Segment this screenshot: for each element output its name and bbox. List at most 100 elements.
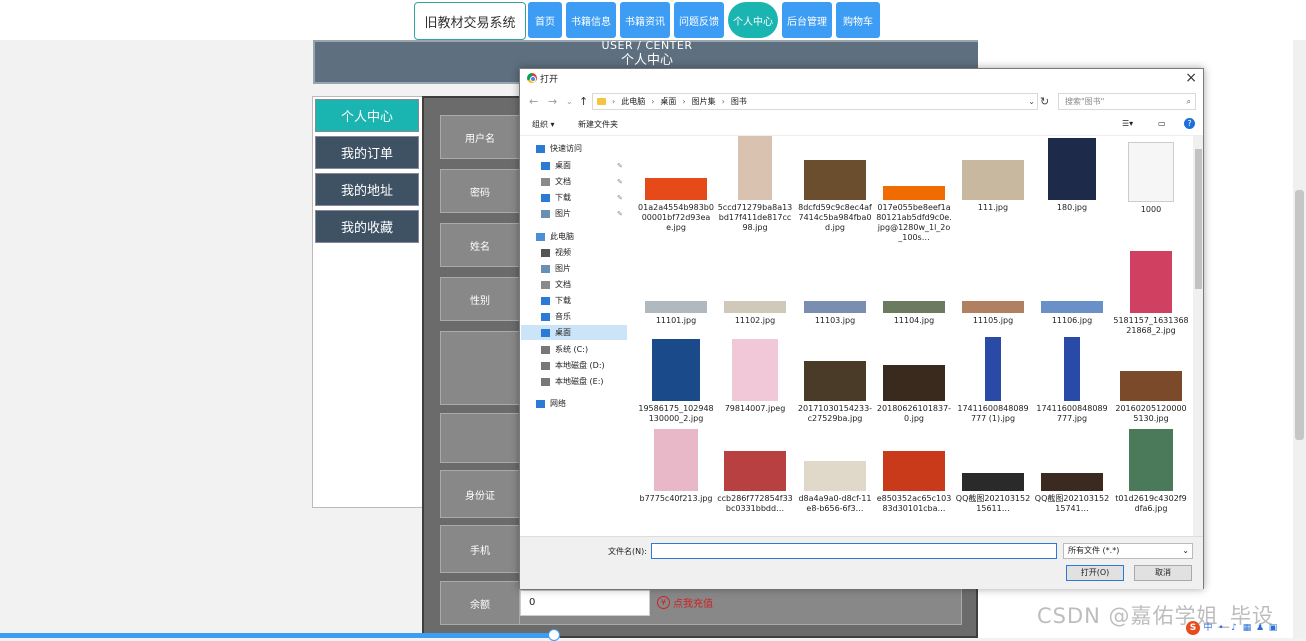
file-item[interactable]: 017e055be8eef1a80121ab5dfd9c0e.jpg@1280w… — [876, 186, 952, 243]
ime-chinese-icon[interactable]: 中 — [1203, 623, 1213, 633]
sidebar-item-favorites[interactable]: 我的收藏 — [315, 210, 419, 243]
back-icon[interactable]: ← — [529, 95, 538, 108]
close-icon[interactable]: × — [1185, 70, 1197, 86]
pin-icon[interactable]: ✎ — [617, 162, 623, 170]
file-item[interactable]: 17411600848089777 (1).jpg — [955, 337, 1031, 424]
filename-input[interactable] — [651, 543, 1057, 559]
file-name: 11106.jpg — [1051, 316, 1093, 325]
nav-item-label: 图片 — [555, 264, 571, 273]
nav-cart[interactable]: 购物车 — [836, 2, 880, 38]
forward-icon[interactable]: → — [548, 95, 557, 108]
filetype-select[interactable]: 所有文件 (*.*) ⌄ — [1063, 543, 1193, 559]
path-segment[interactable]: 图书 — [731, 96, 747, 107]
cancel-button[interactable]: 取消 — [1134, 565, 1192, 581]
file-item[interactable]: 11106.jpg — [1034, 301, 1110, 326]
up-icon[interactable]: ↑ — [579, 95, 588, 108]
file-item[interactable]: 20180626101837-0.jpg — [876, 365, 952, 424]
nav-item-0[interactable]: 快速访问 — [521, 141, 627, 156]
file-item[interactable]: 19586175_102948130000_2.jpg — [638, 339, 714, 424]
nav-item-13[interactable]: 本地磁盘 (D:) — [521, 358, 627, 373]
mic-icon[interactable]: ♪ — [1229, 623, 1239, 633]
nav-item-5[interactable]: 此电脑 — [521, 229, 627, 244]
ime-logo-icon[interactable]: S — [1186, 621, 1200, 635]
file-item[interactable]: 8dcfd59c9c8ec4af7414c5ba984fba0d.jpg — [797, 160, 873, 233]
file-item[interactable]: 79814007.jpeg — [717, 339, 793, 414]
file-item[interactable]: 201602051200005130.jpg — [1113, 371, 1189, 424]
file-item[interactable]: 01a2a4554b983b000001bf72d93eae.jpg — [638, 178, 714, 233]
sidebar-item-orders[interactable]: 我的订单 — [315, 136, 419, 169]
path-dropdown-icon[interactable]: ⌄ — [1028, 97, 1035, 106]
site-brand[interactable]: 旧教材交易系统 — [414, 2, 526, 40]
blank-file-icon — [1128, 142, 1174, 202]
nav-item-11[interactable]: 桌面 — [521, 325, 627, 340]
file-item[interactable]: 11103.jpg — [797, 301, 873, 326]
skin-icon[interactable]: ♟ — [1255, 623, 1265, 633]
refresh-icon[interactable]: ↻ — [1040, 95, 1049, 108]
nav-item-14[interactable]: 本地磁盘 (E:) — [521, 374, 627, 389]
nav-item-1[interactable]: 桌面 ✎ — [521, 158, 627, 173]
page-scrollbar-thumb[interactable] — [1295, 190, 1304, 440]
view-mode-icon[interactable]: ☰▾ — [1122, 119, 1133, 128]
new-folder-button[interactable]: 新建文件夹 — [578, 119, 618, 130]
history-chevron-icon[interactable]: ⌄ — [566, 97, 573, 106]
nav-item-7[interactable]: 图片 — [521, 261, 627, 276]
keyboard-icon[interactable]: ▦ — [1242, 623, 1252, 633]
open-button[interactable]: 打开(O) — [1066, 565, 1124, 581]
ime-punct-icon[interactable]: • — [1216, 623, 1226, 633]
search-input[interactable]: 搜索"图书" ⌕ — [1058, 93, 1196, 110]
nav-item-12[interactable]: 系统 (C:) — [521, 342, 627, 357]
pin-icon[interactable]: ✎ — [617, 178, 623, 186]
nav-item-3[interactable]: 下载 ✎ — [521, 190, 627, 205]
file-item[interactable]: QQ截图20210315215611… — [955, 473, 1031, 514]
help-icon[interactable]: ? — [1184, 118, 1195, 129]
file-item[interactable]: 5ccd71279ba8a13bd17f411de817cc98.jpg — [717, 136, 793, 233]
sidebar-item-user-center[interactable]: 个人中心 — [315, 99, 419, 132]
pin-icon[interactable]: ✎ — [617, 194, 623, 202]
file-item[interactable]: ccb286f772854f33bc0331bbdd… — [717, 451, 793, 514]
file-item[interactable]: 20171030154233-c27529ba.jpg — [797, 361, 873, 424]
nav-book-info[interactable]: 书籍信息 — [566, 2, 616, 38]
file-item[interactable]: t01d2619c4302f9dfa6.jpg — [1113, 429, 1189, 514]
nav-user-center[interactable]: 个人中心 — [728, 2, 778, 38]
path-segment[interactable]: 此电脑 — [621, 96, 645, 107]
pin-icon[interactable]: ✎ — [617, 210, 623, 218]
balance-input[interactable]: 0 — [520, 590, 650, 616]
bottom-slider-knob[interactable] — [548, 629, 560, 641]
preview-pane-icon[interactable]: ▭ — [1158, 119, 1166, 128]
nav-item-6[interactable]: 视频 — [521, 245, 627, 260]
recharge-link[interactable]: ¥ 点我充值 — [657, 595, 713, 610]
file-item[interactable]: QQ截图20210315215741… — [1034, 473, 1110, 514]
nav-feedback[interactable]: 问题反馈 — [674, 2, 724, 38]
search-placeholder: 搜索"图书" — [1065, 97, 1105, 106]
file-item[interactable]: 1000 — [1113, 142, 1189, 215]
nav-item-2[interactable]: 文档 ✎ — [521, 174, 627, 189]
path-segment[interactable]: 图片集 — [692, 96, 716, 107]
file-name: 79814007.jpeg — [724, 404, 786, 413]
nav-item-10[interactable]: 音乐 — [521, 309, 627, 324]
nav-admin[interactable]: 后台管理 — [782, 2, 832, 38]
file-list-scroll-thumb[interactable] — [1195, 149, 1202, 289]
file-item[interactable]: 5181157_163136821868_2.jpg — [1113, 251, 1189, 336]
file-name: e850352ac65c10383d30101cba… — [876, 494, 952, 513]
file-item[interactable]: d8a4a9a0-d8cf-11e8-b656-6f3… — [797, 461, 873, 514]
file-item[interactable]: 11102.jpg — [717, 301, 793, 326]
path-breadcrumb[interactable]: › 此电脑 › 桌面 › 图片集 › 图书 ⌄ — [592, 93, 1038, 110]
file-item[interactable]: 11104.jpg — [876, 301, 952, 326]
sidebar-item-address[interactable]: 我的地址 — [315, 173, 419, 206]
file-item[interactable]: 180.jpg — [1034, 138, 1110, 213]
nav-item-8[interactable]: 文档 — [521, 277, 627, 292]
file-item[interactable]: b7775c40f213.jpg — [638, 429, 714, 504]
file-item[interactable]: 17411600848089777.jpg — [1034, 337, 1110, 424]
organize-button[interactable]: 组织 ▾ — [532, 119, 555, 130]
nav-item-15[interactable]: 网络 — [521, 396, 627, 411]
nav-item-9[interactable]: 下载 — [521, 293, 627, 308]
nav-item-4[interactable]: 图片 ✎ — [521, 206, 627, 221]
path-segment[interactable]: 桌面 — [660, 96, 676, 107]
toolbox-icon[interactable]: ▣ — [1268, 623, 1278, 633]
file-item[interactable]: e850352ac65c10383d30101cba… — [876, 451, 952, 514]
file-item[interactable]: 11105.jpg — [955, 301, 1031, 326]
file-item[interactable]: 111.jpg — [955, 160, 1031, 213]
nav-home[interactable]: 首页 — [528, 2, 562, 38]
nav-book-news[interactable]: 书籍资讯 — [620, 2, 670, 38]
file-item[interactable]: 11101.jpg — [638, 301, 714, 326]
